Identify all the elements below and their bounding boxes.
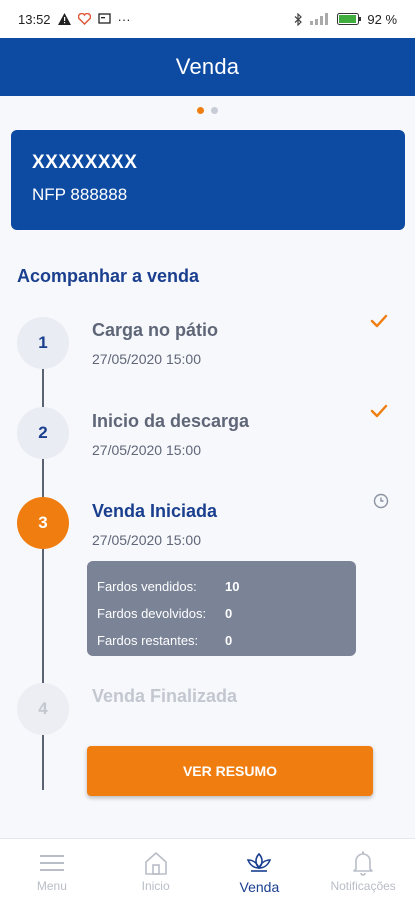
home-icon bbox=[144, 852, 167, 875]
signal-icon bbox=[310, 13, 329, 25]
section-title: Acompanhar a venda bbox=[17, 266, 200, 286]
bluetooth-icon bbox=[294, 12, 303, 26]
step-number-circle-pending: 4 bbox=[17, 683, 69, 735]
nav-label: Menu bbox=[36, 879, 67, 893]
nav-label: Notificações bbox=[330, 879, 396, 893]
bottom-nav: Menu Inicio Venda Notificações bbox=[0, 838, 415, 900]
nav-label-active: Venda bbox=[239, 879, 280, 895]
step-date: 27/05/2020 15:00 bbox=[92, 351, 201, 367]
nav-label: Inicio bbox=[141, 879, 170, 893]
summary-row: Fardos devolvidos: 0 bbox=[97, 600, 346, 627]
step-number-circle-active: 3 bbox=[17, 497, 69, 549]
check-icon bbox=[370, 404, 388, 418]
clock-icon bbox=[373, 493, 389, 509]
nav-item-menu[interactable]: Menu bbox=[0, 839, 104, 900]
summary-row: Fardos vendidos: 10 bbox=[97, 573, 346, 600]
battery-icon bbox=[337, 13, 362, 25]
status-bar: 13:52 ··· 92 % bbox=[0, 0, 415, 38]
battery-level: 92 % bbox=[367, 11, 397, 27]
nav-item-notificacoes[interactable]: Notificações bbox=[311, 839, 415, 900]
menu-icon bbox=[39, 855, 64, 871]
status-time: 13:52 bbox=[18, 11, 51, 27]
screen-icon bbox=[97, 13, 111, 24]
bell-icon bbox=[353, 851, 373, 876]
page-dot[interactable] bbox=[211, 107, 218, 114]
summary-label: Fardos vendidos: bbox=[97, 579, 197, 594]
step-number-circle: 2 bbox=[17, 407, 69, 459]
summary-label: Fardos restantes: bbox=[97, 633, 199, 648]
summary-value: 0 bbox=[225, 606, 233, 621]
view-summary-button[interactable]: VER RESUMO bbox=[87, 746, 373, 796]
summary-value: 0 bbox=[225, 633, 233, 648]
status-more: ··· bbox=[117, 11, 131, 27]
page-indicator bbox=[0, 107, 415, 114]
leaf-icon bbox=[247, 852, 272, 872]
sale-card[interactable]: XXXXXXXX NFP 888888 bbox=[11, 130, 405, 230]
step-title: Inicio da descarga bbox=[92, 411, 250, 431]
sale-summary-box: Fardos vendidos: 10 Fardos devolvidos: 0… bbox=[87, 561, 356, 656]
summary-label: Fardos devolvidos: bbox=[97, 606, 207, 621]
step-date: 27/05/2020 15:00 bbox=[92, 442, 201, 458]
nav-item-inicio[interactable]: Inicio bbox=[104, 839, 208, 900]
page-title: Venda bbox=[175, 54, 240, 79]
card-title: XXXXXXXX bbox=[32, 152, 138, 173]
step-title: Carga no pátio bbox=[92, 320, 219, 340]
page-dot-active[interactable] bbox=[197, 107, 204, 114]
summary-row: Fardos restantes: 0 bbox=[97, 627, 346, 654]
card-subtitle: NFP 888888 bbox=[32, 185, 128, 204]
step-number-circle: 1 bbox=[17, 317, 69, 369]
summary-value: 10 bbox=[225, 579, 240, 594]
step-date: 27/05/2020 15:00 bbox=[92, 532, 201, 548]
nav-item-venda[interactable]: Venda bbox=[208, 839, 312, 900]
heart-icon bbox=[77, 13, 91, 25]
warning-icon bbox=[57, 13, 71, 25]
check-icon bbox=[370, 314, 388, 328]
step-title-pending: Venda Finalizada bbox=[92, 686, 238, 706]
app-header: Venda bbox=[0, 38, 415, 96]
step-title-active: Venda Iniciada bbox=[92, 501, 218, 521]
